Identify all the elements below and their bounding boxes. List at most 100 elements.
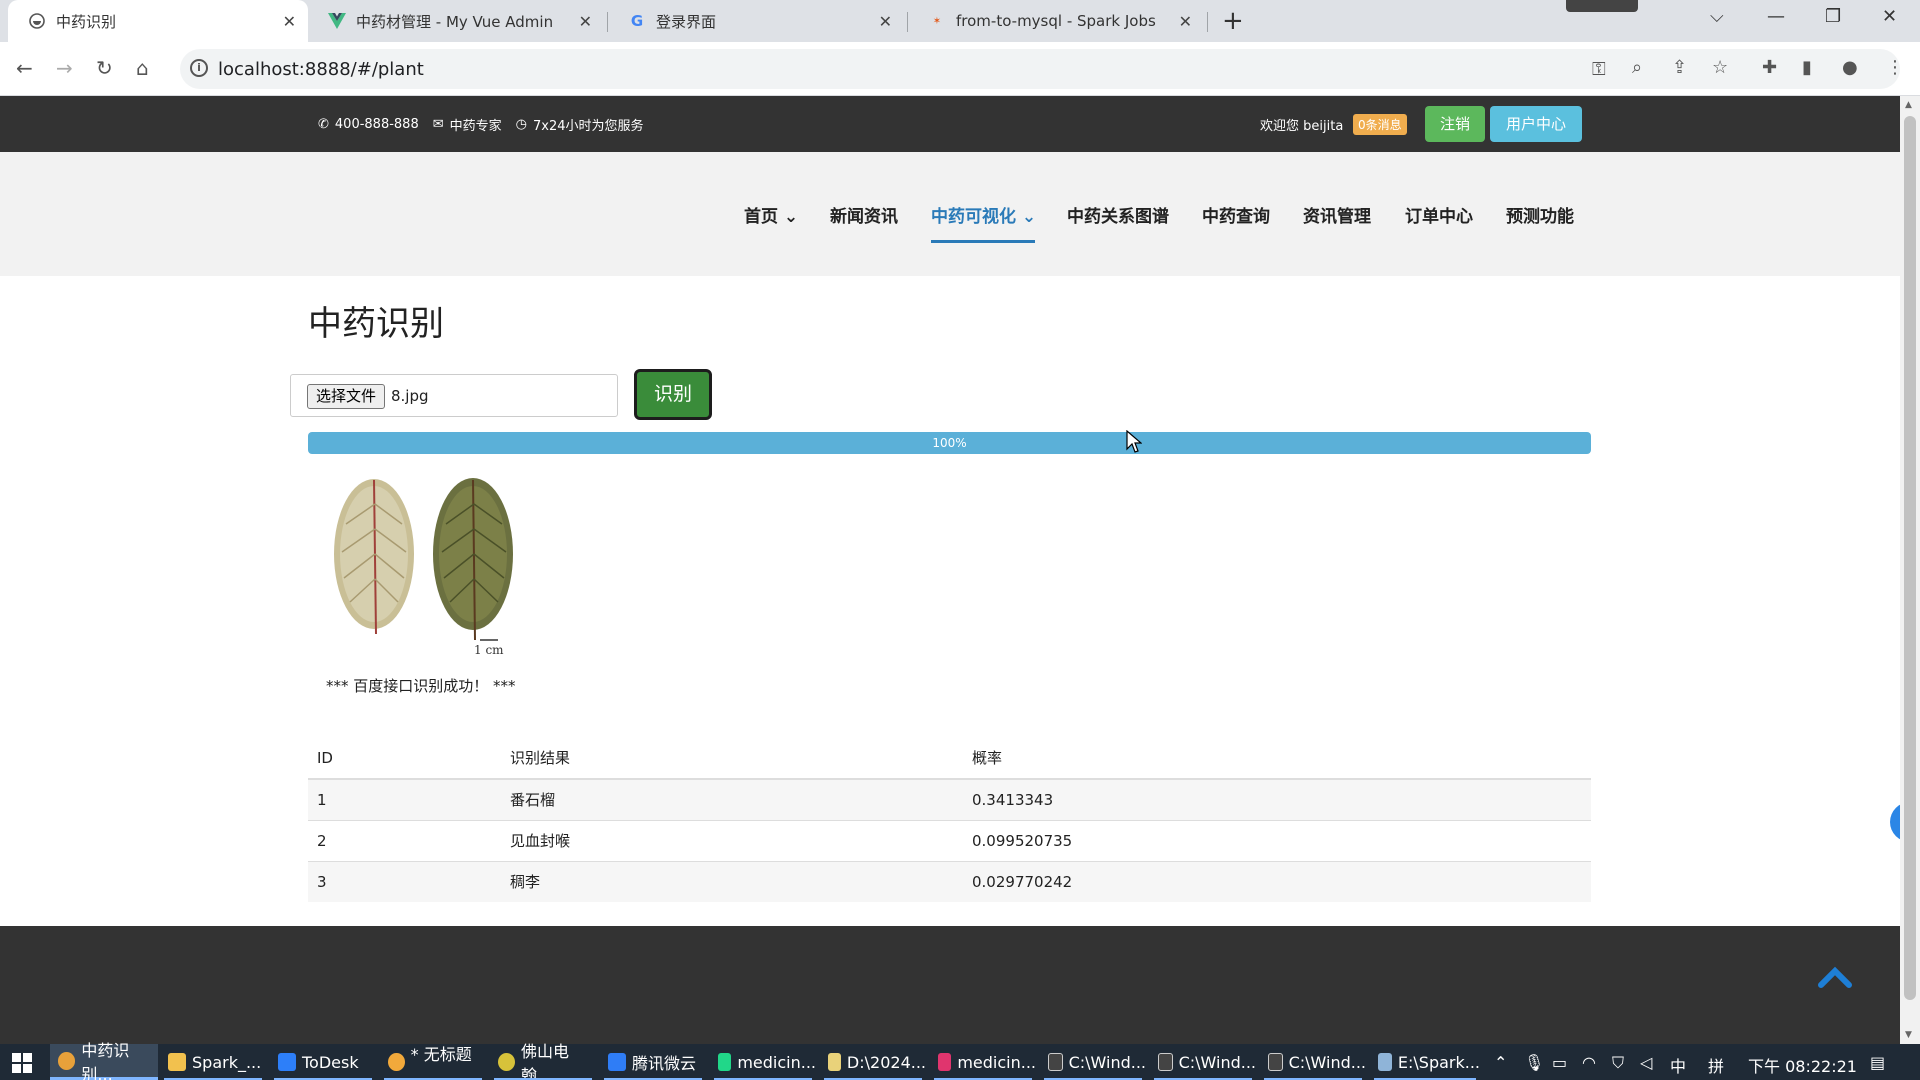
taskbar-item-untitled[interactable]: * 无标题 ... — [380, 1044, 486, 1080]
page-title: 中药识别 — [308, 304, 444, 344]
browser-tab[interactable]: 中药材管理 - My Vue Admin ✕ — [308, 0, 604, 42]
logout-button[interactable]: 注销 — [1425, 106, 1485, 142]
cell-probability: 0.3413343 — [963, 778, 1591, 820]
nav-item-relation-graph[interactable]: 中药关系图谱 — [1067, 202, 1169, 227]
terminal-icon — [1048, 1053, 1063, 1071]
result-table: ID 识别结果 概率 1 番石榴 0.3413343 2 见血封喉 0.0995… — [308, 737, 1591, 902]
page-scrollbar[interactable]: ▲ ▼ — [1900, 96, 1920, 1044]
home-icon[interactable]: ⌂ — [136, 56, 149, 80]
taskbar-item-spark[interactable]: Spark_... — [160, 1044, 266, 1080]
taskbar-item-pycharm[interactable]: medicin... — [710, 1044, 816, 1080]
taskbar-item-todesk[interactable]: ToDesk — [270, 1044, 376, 1080]
taskbar-item-notepad[interactable]: D:\2024... — [820, 1044, 926, 1080]
tray-chevron-up-icon[interactable]: ⌃ — [1494, 1053, 1507, 1072]
nav-item-info-management[interactable]: 资讯管理 — [1303, 202, 1371, 227]
chrome-icon — [58, 1051, 76, 1070]
nav-item-query[interactable]: 中药查询 — [1202, 202, 1270, 227]
bookmark-star-icon[interactable]: ☆ — [1712, 57, 1728, 78]
tab-search-chevron-icon[interactable]: ⌵ — [1710, 6, 1724, 27]
close-tab-icon[interactable]: ✕ — [879, 12, 892, 31]
taskbar-item-cmd[interactable]: C:\Wind... — [1260, 1044, 1366, 1080]
ime-pinyin[interactable]: 拼 — [1708, 1053, 1724, 1077]
nav-item-home[interactable]: 首页 ⌄ — [744, 202, 798, 227]
taskbar-item-foshan[interactable]: 佛山电翰... — [490, 1042, 596, 1080]
share-icon[interactable]: ⇪ — [1672, 57, 1687, 78]
nav-item-prediction[interactable]: 预测功能 — [1506, 202, 1574, 227]
contact-info: ✆ 400-888-888 ✉ 中药专家 ◷ 7x24小时为您服务 — [318, 115, 644, 134]
progress-bar-fill: 100% — [308, 432, 1591, 454]
browser-tab[interactable]: ✶ from-to-mysql - Spark Jobs ✕ — [908, 0, 1204, 42]
col-header-result: 识别结果 — [501, 737, 963, 780]
taskbar-item-cmd[interactable]: C:\Wind... — [1150, 1044, 1256, 1080]
restore-icon[interactable]: ❐ — [1825, 6, 1841, 27]
table-header-row: ID 识别结果 概率 — [308, 737, 1591, 780]
message-badge[interactable]: 0条消息 — [1353, 114, 1407, 135]
taskbar-item-idea[interactable]: medicin... — [930, 1044, 1036, 1080]
file-input[interactable]: 选择文件 8.jpg — [290, 374, 618, 417]
taskbar-item-explorer[interactable]: E:\Spark... — [1370, 1044, 1480, 1080]
terminal-icon — [1268, 1053, 1283, 1071]
taskbar-item-weiyun[interactable]: 腾讯微云 — [600, 1044, 706, 1080]
active-nav-underline — [931, 240, 1035, 243]
browser-tabstrip: 中药识别 ✕ 中药材管理 - My Vue Admin ✕ G 登录界面 ✕ ✶… — [0, 0, 1920, 42]
nav-item-orders[interactable]: 订单中心 — [1405, 202, 1473, 227]
reload-icon[interactable]: ↻ — [96, 56, 113, 80]
close-tab-icon[interactable]: ✕ — [1179, 12, 1192, 31]
tab-separator — [1207, 12, 1208, 32]
browser-tab-active[interactable]: 中药识别 ✕ — [8, 0, 308, 42]
welcome-text: 欢迎您 beijita — [1260, 119, 1344, 134]
extensions-icon[interactable]: ✚ — [1762, 57, 1777, 78]
chevron-down-icon: ⌄ — [783, 207, 799, 227]
taskbar-item-cmd[interactable]: C:\Wind... — [1040, 1044, 1146, 1080]
profile-avatar-icon[interactable]: ● — [1842, 57, 1858, 78]
side-panel-icon[interactable]: ▮ — [1802, 57, 1812, 78]
scroll-thumb[interactable] — [1904, 116, 1916, 1000]
todesk-icon — [278, 1053, 296, 1071]
new-tab-plus-icon[interactable]: + — [1222, 8, 1244, 34]
windows-taskbar: 中药识别... Spark_... ToDesk * 无标题 ... 佛山电翰.… — [0, 1041, 1920, 1080]
close-window-icon[interactable]: ✕ — [1882, 6, 1897, 27]
speaker-icon[interactable]: ◁ — [1640, 1053, 1652, 1072]
ime-mode[interactable]: 中 — [1670, 1053, 1686, 1077]
address-bar[interactable]: i localhost:8888/#/plant ⚿ ⌕ ⇪ ☆ — [180, 49, 1900, 89]
microphone-icon[interactable]: 🎙 — [1524, 1053, 1544, 1072]
close-tab-icon[interactable]: ✕ — [283, 12, 296, 31]
close-tab-icon[interactable]: ✕ — [579, 12, 592, 31]
image-scale-label: 1 cm — [474, 643, 504, 657]
battery-icon[interactable]: ▭ — [1552, 1053, 1567, 1072]
forward-arrow-icon[interactable]: → — [56, 56, 73, 80]
nav-item-visualization[interactable]: 中药可视化 ⌄ — [931, 202, 1036, 227]
minimize-icon[interactable]: — — [1767, 6, 1785, 27]
scroll-up-arrow-icon[interactable]: ▲ — [1905, 100, 1912, 110]
zoom-icon[interactable]: ⌕ — [1632, 57, 1642, 78]
user-center-button[interactable]: 用户中心 — [1490, 106, 1582, 142]
windows-start-icon[interactable] — [12, 1053, 32, 1073]
security-shield-icon[interactable]: ⛉ — [1612, 1053, 1624, 1073]
notification-icon[interactable]: ▤ — [1870, 1053, 1885, 1072]
clock[interactable]: 下午 08:22:21 — [1748, 1053, 1857, 1077]
cell-result: 番石榴 — [501, 778, 963, 820]
success-message: *** 百度接口识别成功！ *** — [326, 677, 516, 695]
main-navbar: 首页 ⌄ 新闻资讯 中药可视化 ⌄ 中药关系图谱 中药查询 资讯管理 订单中心 … — [0, 152, 1900, 276]
window-icon — [1378, 1053, 1392, 1071]
tab-title: 中药材管理 - My Vue Admin — [356, 12, 554, 31]
pycharm-icon — [718, 1053, 732, 1071]
choose-file-button[interactable]: 选择文件 — [307, 384, 386, 409]
menu-kebab-icon[interactable]: ⋮ — [1886, 57, 1904, 78]
phone-number: 400-888-888 — [334, 117, 419, 132]
back-to-top-icon[interactable] — [1818, 966, 1852, 988]
paint-icon — [388, 1053, 405, 1071]
col-header-probability: 概率 — [963, 737, 1591, 780]
scroll-down-arrow-icon[interactable]: ▼ — [1905, 1030, 1912, 1040]
nav-item-news[interactable]: 新闻资讯 — [830, 202, 898, 227]
taskbar-item-chrome[interactable]: 中药识别... — [50, 1041, 158, 1080]
wifi-icon[interactable]: ◠ — [1582, 1053, 1596, 1072]
back-arrow-icon[interactable]: ← — [16, 56, 33, 80]
browser-tab[interactable]: G 登录界面 ✕ — [608, 0, 904, 42]
identify-button[interactable]: 识别 — [634, 369, 712, 420]
key-icon[interactable]: ⚿ — [1592, 59, 1606, 80]
url-text[interactable]: localhost:8888/#/plant — [218, 59, 424, 80]
site-info-icon[interactable]: i — [190, 59, 208, 77]
phone-icon: ✆ — [318, 117, 329, 132]
mail-icon: ✉ — [432, 117, 444, 132]
